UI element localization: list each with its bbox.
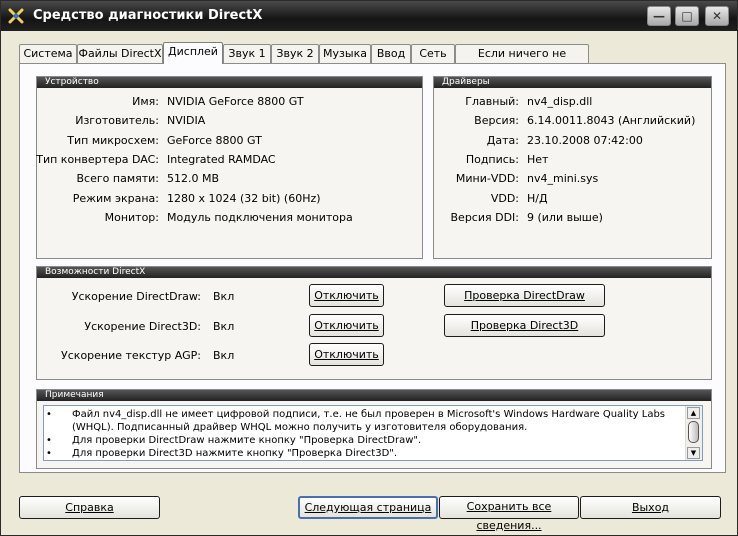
window-title: Средство диагностики DirectX xyxy=(33,8,263,23)
mini-vdd-value: nv4_mini.sys xyxy=(527,172,599,185)
tab-display[interactable]: Дисплей xyxy=(163,42,223,64)
note-bullet: • xyxy=(46,448,52,459)
agp-accel-value: Вкл xyxy=(213,349,235,362)
directx-x-icon xyxy=(8,8,24,24)
manufacturer-value: NVIDIA xyxy=(167,114,206,127)
test-direct3d-button[interactable]: Проверка Direct3D xyxy=(444,314,605,337)
dac-type-label: Тип конвертера DAC: xyxy=(36,153,159,166)
next-page-button[interactable]: Следующая страница xyxy=(298,496,438,519)
save-all-info-button[interactable]: Сохранить все сведения... xyxy=(439,496,579,532)
features-group-header: Возможности DirectX xyxy=(45,267,146,277)
monitor-label: Монитор: xyxy=(104,211,159,224)
tab-music[interactable]: Музыка xyxy=(319,44,371,63)
close-icon: ✕ xyxy=(711,9,723,23)
directdraw-accel-value: Вкл xyxy=(213,290,235,303)
note-text: Для проверки Direct3D нажмите кнопку "Пр… xyxy=(72,448,398,459)
dac-type-value: Integrated RAMDAC xyxy=(167,153,276,166)
dxdiag-window: Средство диагностики DirectX — □ ✕ Систе… xyxy=(0,0,738,536)
note-bullet: • xyxy=(46,409,52,420)
driver-version-value: 6.14.0011.8043 (Английский) xyxy=(527,114,696,127)
tab-more-help[interactable]: Если ничего не помогло xyxy=(455,44,589,78)
driver-date-value: 23.10.2008 07:42:00 xyxy=(527,134,643,147)
minimize-icon: — xyxy=(653,9,665,23)
tab-sound-1[interactable]: Звук 1 xyxy=(223,44,271,63)
scroll-up-icon[interactable]: ▲ xyxy=(687,407,700,419)
title-bar[interactable]: Средство диагностики DirectX — □ ✕ xyxy=(1,1,737,31)
agp-accel-label: Ускорение текстур AGP: xyxy=(61,349,201,362)
manufacturer-label: Изготовитель: xyxy=(75,114,159,127)
device-name-label: Имя: xyxy=(132,95,159,108)
help-button[interactable]: Справка xyxy=(19,496,160,519)
tab-sound-2[interactable]: Звук 2 xyxy=(271,44,319,63)
ddi-version-value: 9 (или выше) xyxy=(527,211,603,224)
disable-direct3d-button[interactable]: Отключить xyxy=(309,314,384,337)
notes-group-header: Примечания xyxy=(45,390,104,400)
total-memory-value: 512.0 MB xyxy=(167,172,220,185)
notes-scrollbar[interactable]: ▲ ▼ xyxy=(685,406,702,460)
disable-directdraw-button[interactable]: Отключить xyxy=(309,284,384,307)
drivers-group-header: Драйверы xyxy=(442,77,490,87)
driver-version-label: Версия: xyxy=(474,114,519,127)
note-text: Для проверки DirectDraw нажмите кнопку "… xyxy=(72,435,422,446)
chip-type-label: Тип микросхем: xyxy=(67,134,159,147)
driver-date-label: Дата: xyxy=(486,134,519,147)
scroll-down-icon[interactable]: ▼ xyxy=(687,447,700,459)
device-name-value: NVIDIA GeForce 8800 GT xyxy=(167,95,304,108)
maximize-icon: □ xyxy=(681,9,693,23)
exit-button[interactable]: Выход xyxy=(580,496,721,519)
tab-directx-files[interactable]: Файлы DirectX xyxy=(77,44,163,63)
direct3d-accel-label: Ускорение Direct3D: xyxy=(84,320,201,333)
mini-vdd-label: Мини-VDD: xyxy=(455,172,519,185)
maximize-button[interactable]: □ xyxy=(675,6,699,26)
vdd-label: VDD: xyxy=(490,192,519,205)
note-text: Файл nv4_disp.dll не имеет цифровой подп… xyxy=(72,409,666,420)
notes-textbox[interactable]: • Файл nv4_disp.dll не имеет цифровой под… xyxy=(43,405,703,461)
total-memory-label: Всего памяти: xyxy=(76,172,159,185)
display-mode-label: Режим экрана: xyxy=(72,192,159,205)
direct3d-accel-value: Вкл xyxy=(213,320,235,333)
ddi-version-label: Версия DDI: xyxy=(450,211,520,224)
minimize-button[interactable]: — xyxy=(647,6,671,26)
main-driver-value: nv4_disp.dll xyxy=(527,95,593,108)
vdd-value: Н/Д xyxy=(527,192,548,205)
tab-system[interactable]: Система xyxy=(19,44,77,63)
tab-input[interactable]: Ввод xyxy=(371,44,411,63)
note-bullet: • xyxy=(46,435,52,446)
test-directdraw-button[interactable]: Проверка DirectDraw xyxy=(444,284,605,307)
disable-agp-button[interactable]: Отключить xyxy=(309,343,384,366)
monitor-value: Модуль подключения монитора xyxy=(167,211,353,224)
note-text: (WHQL). Подписанный драйвер WHQL можно п… xyxy=(72,422,528,433)
display-mode-value: 1280 x 1024 (32 bit) (60Hz) xyxy=(167,192,321,205)
close-button[interactable]: ✕ xyxy=(705,6,729,26)
signature-value: Нет xyxy=(527,153,549,166)
scroll-thumb[interactable] xyxy=(688,421,699,443)
chip-type-value: GeForce 8800 GT xyxy=(167,134,262,147)
directdraw-accel-label: Ускорение DirectDraw: xyxy=(71,290,201,303)
main-driver-label: Главный: xyxy=(465,95,519,108)
signature-label: Подпись: xyxy=(465,153,519,166)
device-group-header: Устройство xyxy=(45,77,99,87)
tab-network[interactable]: Сеть xyxy=(411,44,455,63)
